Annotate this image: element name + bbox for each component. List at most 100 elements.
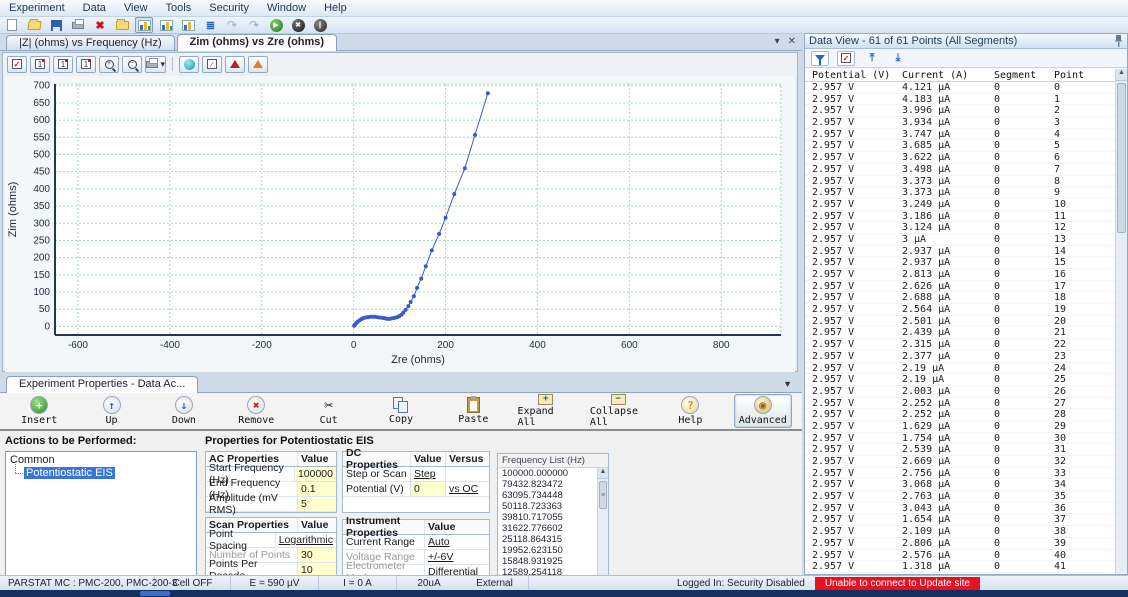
tab-zim-vs-zre[interactable]: Zim (ohms) vs Zre (ohms) xyxy=(177,34,337,51)
table-row[interactable]: 2.957 V2.756 µA033 xyxy=(805,468,1115,480)
scale-y-icon[interactable]: 1 xyxy=(76,56,96,73)
table-row[interactable]: 2.957 V3.622 µA06 xyxy=(805,152,1115,164)
delete-icon[interactable]: ✖ xyxy=(91,17,109,33)
table-row[interactable]: 2.957 V3.996 µA02 xyxy=(805,105,1115,117)
table-row[interactable]: 2.957 V2.576 µA040 xyxy=(805,550,1115,562)
table-row[interactable]: 2.957 V3.186 µA011 xyxy=(805,211,1115,223)
menu-data[interactable]: Data xyxy=(74,1,115,15)
menu-experiment[interactable]: Experiment xyxy=(0,1,74,15)
scrollbar-thumb[interactable] xyxy=(1117,83,1126,233)
table-row[interactable]: 2.957 V3.685 µA05 xyxy=(805,140,1115,152)
new-file-icon[interactable] xyxy=(3,17,21,33)
table-row[interactable]: 2.957 V2.564 µA019 xyxy=(805,304,1115,316)
table-row[interactable]: 2.957 V2.763 µA035 xyxy=(805,491,1115,503)
nyquist-plot-svg[interactable]: 0501001502002503003504004505005506006507… xyxy=(5,76,795,369)
frequency-list-item[interactable]: 63095.734448 xyxy=(498,490,597,501)
up-button[interactable]: ↑Up xyxy=(82,394,140,428)
frequency-list-item[interactable]: 31622.776602 xyxy=(498,523,597,534)
insert-button[interactable]: +Insert xyxy=(10,394,68,428)
copy-button[interactable]: Copy xyxy=(372,394,430,428)
property-value[interactable]: Logarithmic xyxy=(276,533,336,547)
property-value[interactable]: 30 xyxy=(298,548,336,562)
expand-all-button[interactable]: +Expand All xyxy=(517,394,575,428)
table-row[interactable]: 2.957 V3.068 µA034 xyxy=(805,479,1115,491)
save-icon[interactable] xyxy=(47,17,65,33)
table-row[interactable]: 2.957 V2.19 µA025 xyxy=(805,374,1115,386)
table-row[interactable]: 2.957 V3.249 µA010 xyxy=(805,199,1115,211)
stop-experiment-icon[interactable]: ✖ xyxy=(289,17,307,33)
menu-tools[interactable]: Tools xyxy=(157,1,201,15)
scale-fit-icon[interactable]: 1 xyxy=(30,56,50,73)
table-row[interactable]: 2.957 V2.377 µA023 xyxy=(805,351,1115,363)
down-button[interactable]: ↓Down xyxy=(155,394,213,428)
scroll-up-icon[interactable]: ▲ xyxy=(1116,69,1127,81)
graph-view-icon[interactable] xyxy=(135,17,153,33)
peak-analysis-icon[interactable] xyxy=(225,56,245,73)
frequency-list-item[interactable]: 100000.000000 xyxy=(498,468,597,479)
scroll-up-icon[interactable]: ▲ xyxy=(598,468,608,479)
scrollbar-thumb[interactable]: ≡ xyxy=(599,481,607,509)
table-row[interactable]: 2.957 V3 µA013 xyxy=(805,234,1115,246)
table-row[interactable]: 2.957 V2.19 µA024 xyxy=(805,363,1115,375)
column-header-point[interactable]: Point xyxy=(1047,69,1105,81)
property-value[interactable]: 5 xyxy=(298,497,336,511)
table-row[interactable]: 2.957 V3.498 µA07 xyxy=(805,164,1115,176)
property-value[interactable]: +/-6V xyxy=(425,550,489,564)
table-row[interactable]: 2.957 V3.934 µA03 xyxy=(805,117,1115,129)
property-value[interactable]: Step xyxy=(411,467,445,481)
refresh-globe-icon[interactable] xyxy=(179,56,199,73)
property-value[interactable]: 0.1 xyxy=(298,482,336,496)
column-header-potential[interactable]: Potential (V) xyxy=(805,69,895,81)
property-value[interactable]: Auto xyxy=(425,535,489,549)
line-plot-icon[interactable]: ∕ xyxy=(202,56,222,73)
table-row[interactable]: 2.957 V3.043 µA036 xyxy=(805,503,1115,515)
frequency-list-item[interactable]: 15848.931925 xyxy=(498,556,597,567)
table-row[interactable]: 2.957 V3.373 µA08 xyxy=(805,176,1115,188)
pause-experiment-icon[interactable]: ∥ xyxy=(311,17,329,33)
zoom-out-icon[interactable]: − xyxy=(122,56,142,73)
tree-node-potentiostatic-eis[interactable]: Potentiostatic EIS xyxy=(24,467,115,479)
move-down-icon[interactable]: ⤓ xyxy=(889,51,907,66)
table-row[interactable]: 2.957 V2.003 µA026 xyxy=(805,386,1115,398)
select-data-icon[interactable]: ✓ xyxy=(7,56,27,73)
tab-z-vs-frequency[interactable]: |Z| (ohms) vs Frequency (Hz) xyxy=(6,35,175,50)
table-row[interactable]: 2.957 V2.626 µA017 xyxy=(805,281,1115,293)
pin-icon[interactable] xyxy=(1114,35,1123,47)
table-row[interactable]: 2.957 V2.813 µA016 xyxy=(805,269,1115,281)
frequency-list-item[interactable]: 39810.717055 xyxy=(498,512,597,523)
menu-security[interactable]: Security xyxy=(200,1,258,15)
table-row[interactable]: 2.957 V2.501 µA020 xyxy=(805,316,1115,328)
redo-icon[interactable]: ↷ xyxy=(245,17,263,33)
undo-icon[interactable]: ↷ xyxy=(223,17,241,33)
paste-button[interactable]: Paste xyxy=(444,394,502,428)
property-value[interactable]: 100000 xyxy=(295,467,336,481)
table-row[interactable]: 2.957 V1.754 µA030 xyxy=(805,433,1115,445)
export-icon[interactable] xyxy=(113,17,131,33)
table-row[interactable]: 2.957 V3.124 µA012 xyxy=(805,222,1115,234)
filter-icon[interactable] xyxy=(811,51,829,66)
zoom-in-icon[interactable]: + xyxy=(99,56,119,73)
property-value[interactable]: 0 xyxy=(411,482,445,496)
table-row[interactable]: 2.957 V1.654 µA037 xyxy=(805,514,1115,526)
frequency-list-item[interactable]: 25118.864315 xyxy=(498,534,597,545)
table-row[interactable]: 2.957 V4.183 µA01 xyxy=(805,94,1115,106)
run-experiment-icon[interactable]: ▶ xyxy=(267,17,285,33)
chart-image-icon[interactable] xyxy=(157,17,175,33)
chart-settings-icon[interactable] xyxy=(179,17,197,33)
frequency-list-item[interactable]: 19952.623150 xyxy=(498,545,597,556)
property-versus[interactable]: vs OC xyxy=(445,482,489,496)
tree-node-common[interactable]: Common xyxy=(10,454,196,466)
menu-help[interactable]: Help xyxy=(315,1,356,15)
tab-experiment-properties[interactable]: Experiment Properties - Data Ac... xyxy=(6,376,198,393)
data-table-scrollbar[interactable]: ▲ xyxy=(1115,69,1127,574)
table-row[interactable]: 2.957 V2.539 µA031 xyxy=(805,444,1115,456)
print-icon[interactable] xyxy=(69,17,87,33)
table-row[interactable]: 2.957 V2.252 µA027 xyxy=(805,398,1115,410)
table-row[interactable]: 2.957 V3.373 µA09 xyxy=(805,187,1115,199)
table-row[interactable]: 2.957 V3.747 µA04 xyxy=(805,129,1115,141)
advanced-button[interactable]: ◉Advanced xyxy=(734,394,792,428)
data-list-icon[interactable]: ≣ xyxy=(201,17,219,33)
column-header-segment[interactable]: Segment xyxy=(987,69,1047,81)
table-row[interactable]: 2.957 V2.806 µA039 xyxy=(805,538,1115,550)
menu-view[interactable]: View xyxy=(115,1,157,15)
